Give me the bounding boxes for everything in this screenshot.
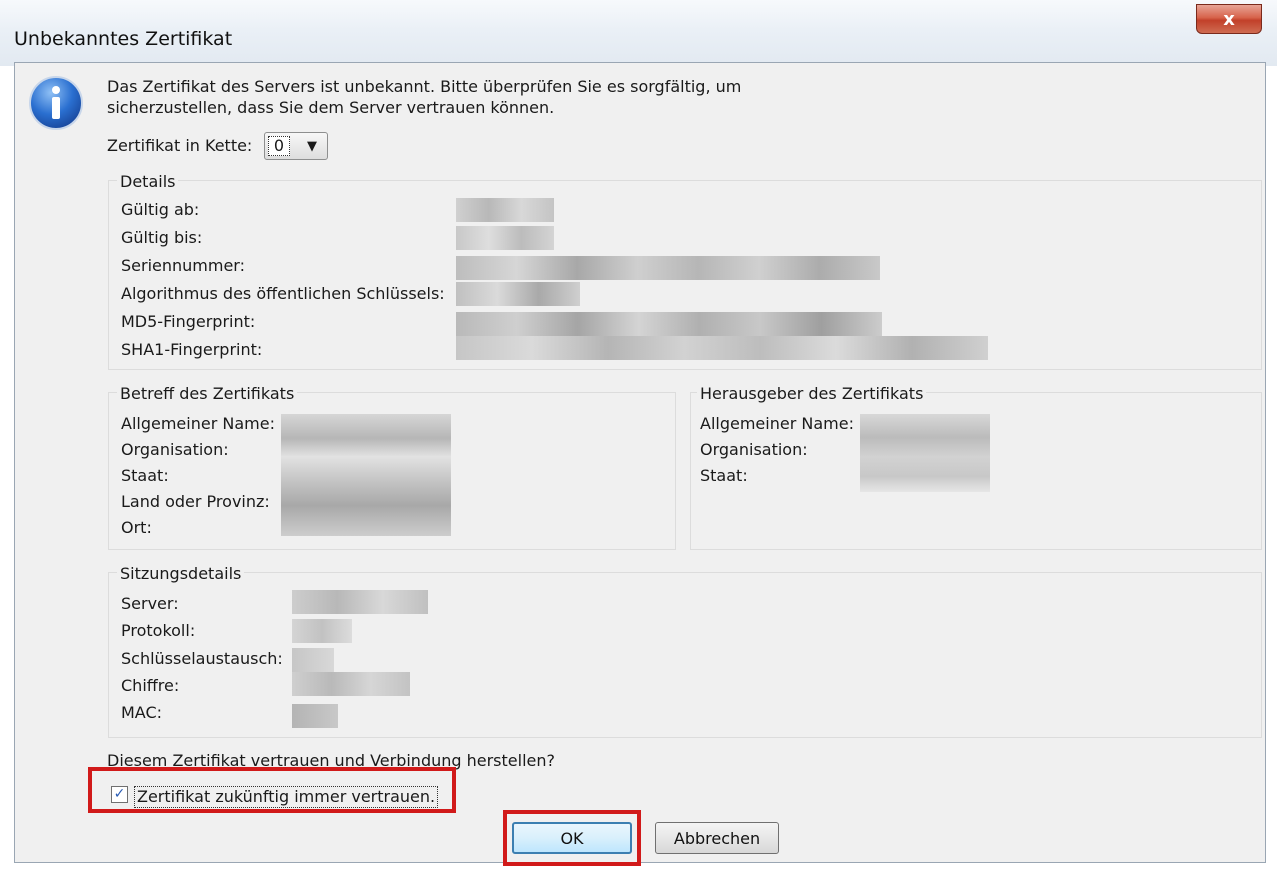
mac-value-redacted (292, 704, 338, 728)
chain-dropdown[interactable]: 0 ▼ (264, 132, 328, 160)
subject-title: Betreff des Zertifikats (117, 384, 298, 403)
protocol-value-redacted (292, 619, 352, 643)
sha1-value-redacted (456, 336, 988, 360)
cancel-button[interactable]: Abbrechen (655, 822, 779, 854)
valid-from-value-redacted (456, 198, 554, 222)
info-message-line-1: Das Zertifikat des Servers ist unbekannt… (107, 77, 742, 96)
protocol-label: Protokoll: (121, 621, 196, 640)
chevron-down-icon: ▼ (307, 139, 317, 154)
issuer-organization-label: Organisation: (700, 440, 808, 459)
subject-value-redacted (281, 414, 451, 536)
session-title: Sitzungsdetails (117, 564, 245, 583)
close-button[interactable]: x (1196, 4, 1262, 34)
close-icon: x (1223, 8, 1235, 30)
subject-locality-label: Ort: (121, 518, 152, 537)
subject-country-label: Staat: (121, 466, 169, 485)
cipher-value-redacted (292, 672, 410, 696)
subject-common-name-label: Allgemeiner Name: (121, 414, 275, 433)
chain-dropdown-value: 0 (268, 136, 290, 156)
check-mark-icon: ✓ (113, 786, 126, 802)
issuer-title: Herausgeber des Zertifikats (697, 384, 927, 403)
window-title: Unbekanntes Zertifikat (14, 28, 233, 50)
always-trust-label[interactable]: Zertifikat zukünftig immer vertrauen. (134, 786, 439, 808)
cipher-label: Chiffre: (121, 676, 180, 695)
md5-value-redacted (456, 312, 882, 336)
server-label: Server: (121, 594, 179, 613)
md5-label: MD5-Fingerprint: (121, 312, 256, 331)
ok-button[interactable]: OK (512, 822, 632, 854)
issuer-value-redacted (860, 414, 990, 492)
info-icon (29, 76, 83, 130)
subject-organization-label: Organisation: (121, 440, 229, 459)
server-value-redacted (292, 590, 428, 614)
always-trust-checkbox[interactable]: ✓ (111, 786, 128, 803)
serial-label: Seriennummer: (121, 256, 245, 275)
info-message-line-2: sicherzustellen, dass Sie dem Server ver… (107, 98, 555, 117)
issuer-country-label: Staat: (700, 466, 748, 485)
valid-to-value-redacted (456, 226, 554, 250)
issuer-common-name-label: Allgemeiner Name: (700, 414, 854, 433)
info-message: Das Zertifikat des Servers ist unbekannt… (107, 76, 741, 118)
sha1-label: SHA1-Fingerprint: (121, 340, 263, 359)
subject-state-label: Land oder Provinz: (121, 492, 270, 511)
valid-to-label: Gültig bis: (121, 228, 203, 247)
key-exchange-label: Schlüsselaustausch: (121, 649, 283, 668)
key-exchange-value-redacted (292, 648, 334, 672)
valid-from-label: Gültig ab: (121, 200, 200, 219)
serial-value-redacted (456, 256, 880, 280)
algorithm-value-redacted (456, 282, 580, 306)
details-title: Details (117, 172, 179, 191)
algorithm-label: Algorithmus des öffentlichen Schlüssels: (121, 284, 445, 303)
mac-label: MAC: (121, 703, 163, 722)
chain-label: Zertifikat in Kette: (107, 136, 253, 155)
